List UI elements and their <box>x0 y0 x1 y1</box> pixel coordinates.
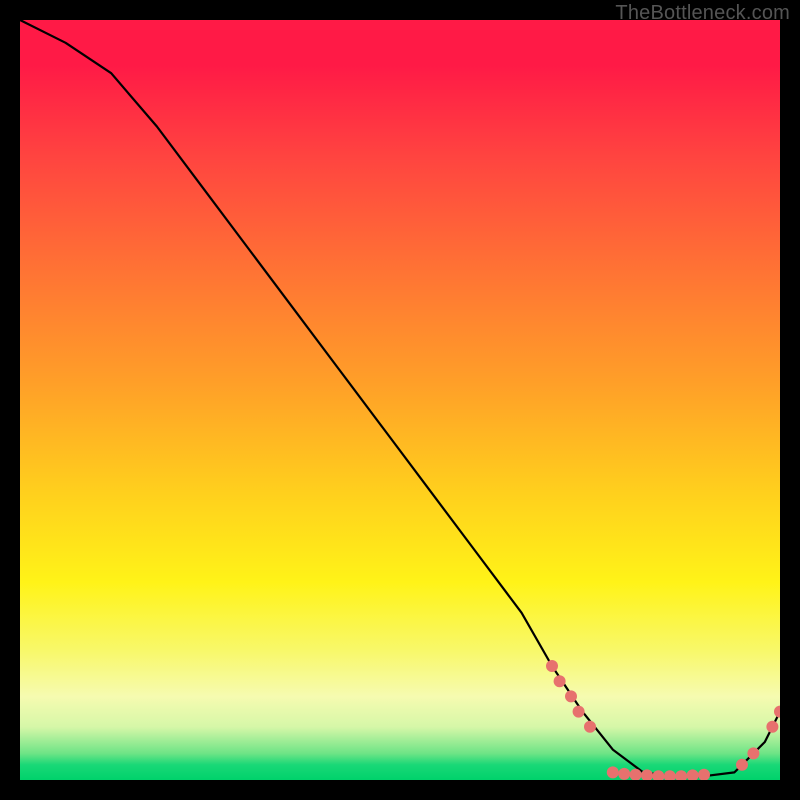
watermark-text: TheBottleneck.com <box>615 2 790 25</box>
marker-dot <box>573 706 585 718</box>
marker-dot <box>675 770 687 780</box>
marker-dot <box>565 690 577 702</box>
marker-dots <box>546 660 780 780</box>
marker-dot <box>652 770 664 780</box>
marker-dot <box>766 721 778 733</box>
marker-dot <box>584 721 596 733</box>
marker-dot <box>747 747 759 759</box>
marker-dot <box>698 769 710 780</box>
curve-layer <box>20 20 780 780</box>
marker-dot <box>554 675 566 687</box>
marker-dot <box>546 660 558 672</box>
chart-stage: TheBottleneck.com <box>0 0 800 800</box>
marker-dot <box>687 769 699 780</box>
marker-dot <box>607 766 619 778</box>
marker-dot <box>774 706 780 718</box>
bottleneck-curve <box>20 20 780 776</box>
plot-area <box>20 20 780 780</box>
marker-dot <box>618 768 630 780</box>
marker-dot <box>736 759 748 771</box>
marker-dot <box>664 770 676 780</box>
